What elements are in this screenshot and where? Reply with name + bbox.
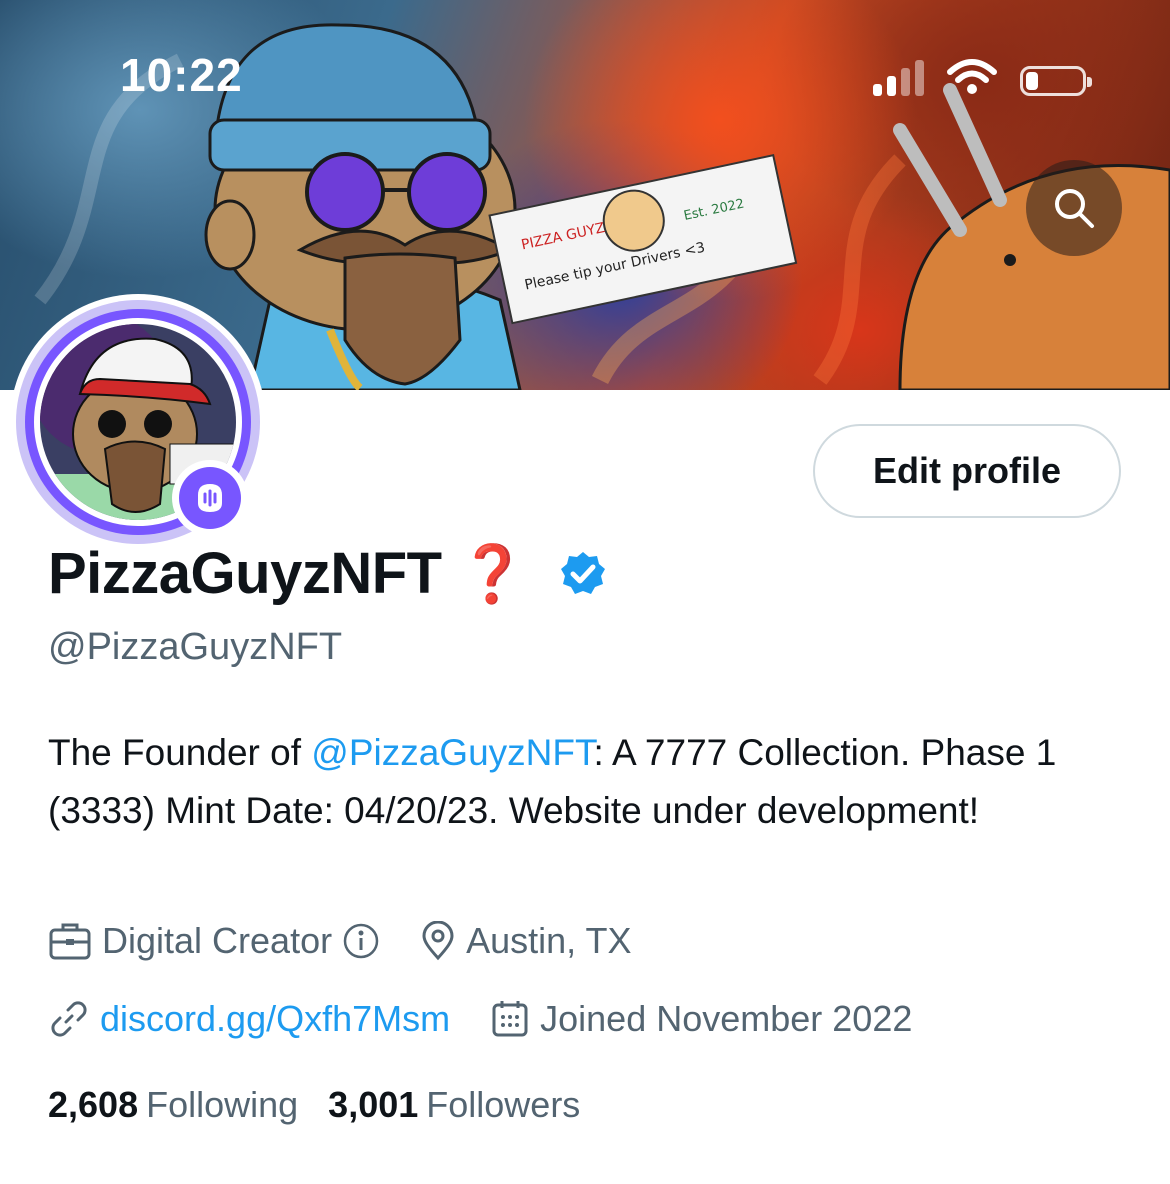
following-label: Following xyxy=(146,1084,299,1125)
location-text: Austin, TX xyxy=(466,920,632,961)
spaces-icon xyxy=(198,484,222,512)
location: Austin, TX xyxy=(420,920,632,962)
display-name-row: PizzaGuyzNFT ❓ xyxy=(48,540,607,607)
calendar-icon xyxy=(492,1001,528,1037)
bio: The Founder of @PizzaGuyzNFT: A 7777 Col… xyxy=(48,724,1128,840)
joined-text: Joined November 2022 xyxy=(540,998,913,1039)
followers-label: Followers xyxy=(426,1084,581,1125)
followers-link[interactable]: 3,001 Followers xyxy=(328,1084,580,1126)
wifi-icon xyxy=(947,59,997,94)
bio-mention-link[interactable]: @PizzaGuyzNFT xyxy=(311,732,593,773)
bio-prefix: The Founder of xyxy=(48,732,312,773)
link-icon xyxy=(51,1001,87,1037)
info-icon[interactable] xyxy=(342,922,380,960)
name-emoji: ❓ xyxy=(457,541,528,605)
briefcase-icon xyxy=(49,923,91,960)
status-icons xyxy=(873,58,1092,96)
handle: @PizzaGuyzNFT xyxy=(48,626,343,668)
location-pin-icon xyxy=(422,921,454,961)
profile-meta-row-1: Digital Creator Austin, TX xyxy=(48,920,672,962)
search-icon xyxy=(1055,189,1094,228)
followers-count: 3,001 xyxy=(328,1084,419,1125)
profile-meta-row-2: discord.gg/Qxfh7Msm Joined November 2022 xyxy=(48,998,952,1040)
spaces-badge[interactable] xyxy=(172,460,248,536)
following-link[interactable]: 2,608 Following xyxy=(48,1084,298,1126)
edit-profile-button[interactable]: Edit profile xyxy=(813,424,1121,518)
verified-icon xyxy=(560,551,605,594)
verified-badge[interactable] xyxy=(559,550,607,598)
follow-stats: 2,608 Following 3,001 Followers xyxy=(48,1084,580,1126)
website-link[interactable]: discord.gg/Qxfh7Msm xyxy=(48,998,450,1040)
display-name: PizzaGuyzNFT xyxy=(48,541,442,606)
search-button[interactable] xyxy=(1026,160,1122,256)
website-text[interactable]: discord.gg/Qxfh7Msm xyxy=(100,998,450,1040)
join-date: Joined November 2022 xyxy=(490,998,912,1040)
cellular-signal-icon xyxy=(873,58,924,96)
following-count: 2,608 xyxy=(48,1084,139,1125)
professional-category[interactable]: Digital Creator xyxy=(48,920,380,962)
category-text: Digital Creator xyxy=(102,920,333,961)
battery-icon xyxy=(1020,66,1092,96)
status-time: 10:22 xyxy=(120,49,243,101)
